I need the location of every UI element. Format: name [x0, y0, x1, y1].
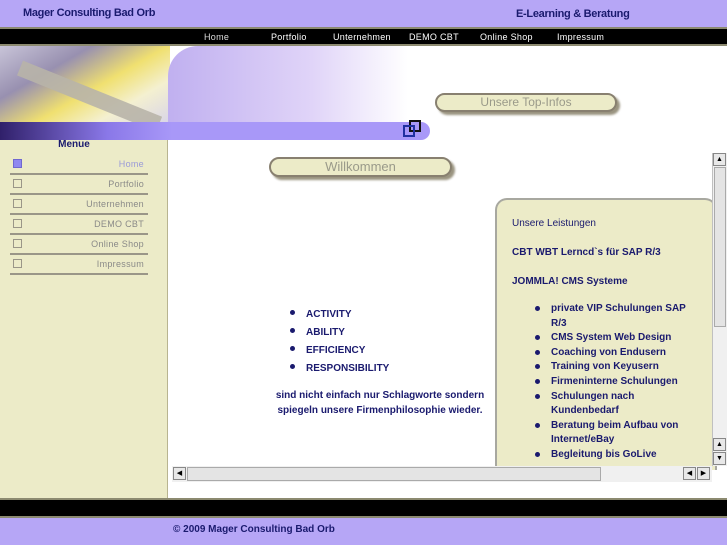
sidebar-item-impressum[interactable]: Impressum — [10, 255, 148, 275]
scroll-down-icon[interactable]: ▼ — [713, 452, 726, 465]
banner-pattern — [168, 46, 408, 124]
list-item: CMS System Web Design — [535, 331, 695, 346]
top-nav: Home Portfolio Unternehmen DEMO CBT Onli… — [0, 27, 727, 46]
square-icon — [13, 179, 22, 188]
list-item: Firmeninterne Schulungen — [535, 375, 695, 390]
sidebar-item-label: Portfolio — [108, 179, 144, 189]
scroll-up-icon[interactable]: ▲ — [713, 438, 726, 451]
sidebar-item-home[interactable]: Home — [10, 155, 148, 175]
sidebar-item-label: Online Shop — [91, 239, 144, 249]
banner-photo — [0, 46, 170, 132]
list-item: ABILITY — [290, 324, 389, 342]
header: Mager Consulting Bad Orb E-Learning & Be… — [0, 0, 727, 27]
tagline: E-Learning & Beratung — [516, 8, 630, 20]
list-item: ACTIVITY — [290, 306, 389, 324]
footer-band — [0, 498, 727, 518]
sidebar-item-label: Home — [118, 159, 144, 169]
list-item: Beratung beim Aufbau von Internet/eBay — [535, 419, 695, 448]
leistungen-line: CBT WBT Lerncd`s für SAP R/3 — [512, 247, 661, 258]
leistungen-title: Unsere Leistungen — [512, 218, 596, 229]
scroll-thumb[interactable] — [714, 167, 726, 327]
sidebar-item-label: Impressum — [96, 259, 144, 269]
nav-impressum[interactable]: Impressum — [557, 32, 604, 42]
top-infos-label: Unsere Top-Infos — [435, 93, 617, 112]
text-line: spiegeln unsere Firmenphilosophie wieder… — [277, 405, 483, 416]
horizontal-scrollbar[interactable]: ◀ ◀ ▶ — [172, 466, 712, 482]
banner: Unsere Top-Infos — [0, 46, 727, 140]
footer: © 2009 Mager Consulting Bad Orb — [0, 518, 727, 545]
vertical-scrollbar[interactable]: ▲ ▲ ▼ — [712, 153, 727, 466]
square-icon — [13, 239, 22, 248]
sidebar-item-label: Unternehmen — [86, 199, 144, 209]
nav-unternehmen[interactable]: Unternehmen — [333, 32, 391, 42]
square-icon — [13, 259, 22, 268]
leistungen-line: JOMMLA! CMS Systeme — [512, 276, 628, 287]
list-item: RESPONSIBILITY — [290, 360, 389, 378]
page-title: Willkommen — [269, 157, 452, 177]
list-item: private VIP Schulungen SAP R/3 — [535, 302, 695, 331]
philosophy-text: sind nicht einfach nur Schlagworte sonde… — [270, 388, 490, 418]
list-item: Coaching von Endusern — [535, 346, 695, 361]
sidebar-item-portfolio[interactable]: Portfolio — [10, 175, 148, 195]
copyright: © 2009 Mager Consulting Bad Orb — [173, 524, 335, 535]
leistungen-list: private VIP Schulungen SAP R/3 CMS Syste… — [535, 302, 695, 463]
nav-online-shop[interactable]: Online Shop — [480, 32, 533, 42]
sidebar: Menue Home Portfolio Unternehmen DEMO CB… — [0, 139, 168, 498]
sidebar-item-unternehmen[interactable]: Unternehmen — [10, 195, 148, 215]
values-list: ACTIVITY ABILITY EFFICIENCY RESPONSIBILI… — [290, 306, 389, 378]
scroll-right-icon[interactable]: ▶ — [697, 467, 710, 480]
scroll-left-icon[interactable]: ◀ — [173, 467, 186, 480]
windows-icon — [403, 120, 423, 140]
leistungen-panel: Unsere Leistungen CBT WBT Lerncd`s für S… — [495, 198, 717, 470]
sidebar-item-online-shop[interactable]: Online Shop — [10, 235, 148, 255]
scroll-up-icon[interactable]: ▲ — [713, 153, 726, 166]
square-icon — [13, 159, 22, 168]
text-line: sind nicht einfach nur Schlagworte sonde… — [275, 390, 485, 401]
list-item: Schulungen nach Kundenbedarf — [535, 390, 695, 419]
nav-home[interactable]: Home — [204, 32, 229, 42]
sidebar-item-demo-cbt[interactable]: DEMO CBT — [10, 215, 148, 235]
sidebar-item-label: DEMO CBT — [94, 219, 144, 229]
ruler-image — [17, 60, 163, 132]
nav-portfolio[interactable]: Portfolio — [271, 32, 307, 42]
banner-bar — [0, 122, 430, 140]
square-icon — [13, 199, 22, 208]
scroll-left-icon[interactable]: ◀ — [683, 467, 696, 480]
sidebar-title: Menue — [58, 139, 90, 150]
nav-demo-cbt[interactable]: DEMO CBT — [409, 32, 459, 42]
list-item: Begleitung bis GoLive — [535, 448, 695, 463]
list-item: Training von Keyusern — [535, 360, 695, 375]
company-name: Mager Consulting Bad Orb — [23, 7, 156, 19]
square-icon — [13, 219, 22, 228]
scroll-thumb[interactable] — [187, 467, 601, 481]
list-item: EFFICIENCY — [290, 342, 389, 360]
